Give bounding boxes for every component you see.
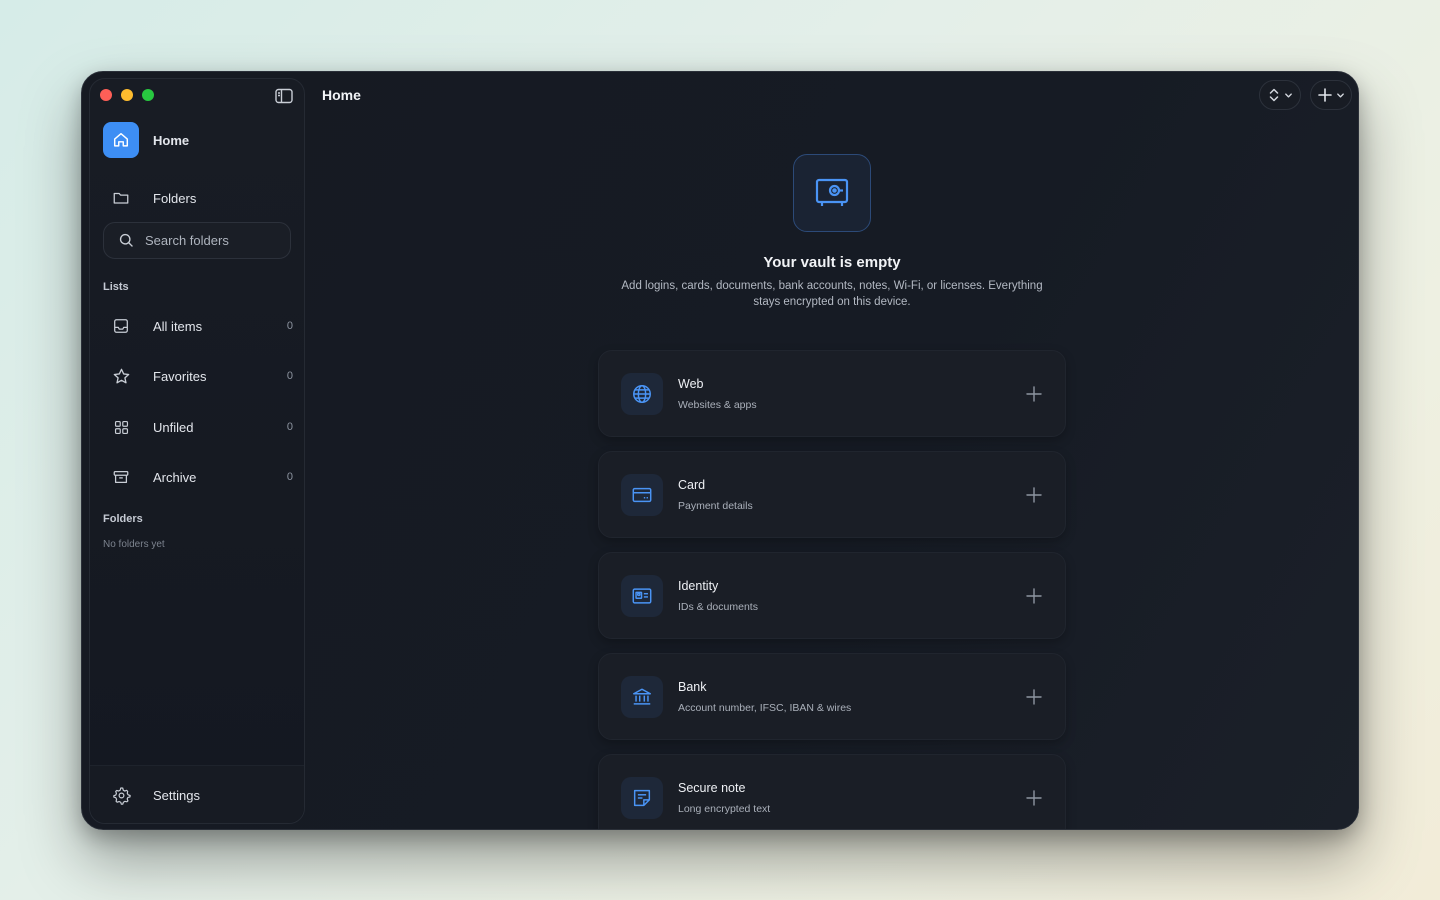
sidebar-item-folders[interactable]: Folders xyxy=(103,180,293,216)
card-subtitle: Websites & apps xyxy=(678,398,757,411)
gear-icon xyxy=(103,777,139,813)
card-subtitle: IDs & documents xyxy=(678,600,758,613)
home-icon xyxy=(103,122,139,158)
search-icon xyxy=(119,233,133,247)
card-subtitle: Payment details xyxy=(678,499,753,512)
star-icon xyxy=(103,358,139,394)
add-icon[interactable] xyxy=(1025,587,1043,605)
card-title: Card xyxy=(678,477,706,492)
maximize-window-button[interactable] xyxy=(142,89,154,101)
window-controls xyxy=(100,89,154,101)
add-icon[interactable] xyxy=(1025,385,1043,403)
category-card-web[interactable]: Web Websites & apps xyxy=(598,350,1066,437)
sort-icon xyxy=(1269,88,1279,102)
chevron-down-icon xyxy=(1285,92,1292,98)
sidebar-footer: Settings xyxy=(90,765,304,823)
bank-icon xyxy=(621,675,663,718)
category-card-card[interactable]: Card Payment details xyxy=(598,451,1066,538)
item-count: 0 xyxy=(286,421,293,433)
card-title: Bank xyxy=(678,679,707,694)
search-placeholder: Search folders xyxy=(145,233,229,248)
id-card-icon xyxy=(621,574,663,617)
card-subtitle: Account number, IFSC, IBAN & wires xyxy=(678,701,852,714)
empty-state-title: Your vault is empty xyxy=(763,254,901,271)
sidebar-item-favorites[interactable]: Favorites 0 xyxy=(103,358,293,394)
settings-button[interactable]: Settings xyxy=(103,777,200,813)
folders-section-title: Folders xyxy=(103,513,143,525)
card-title: Secure note xyxy=(678,780,746,795)
item-count: 0 xyxy=(286,370,293,382)
plus-icon xyxy=(1318,88,1332,102)
item-count: 0 xyxy=(286,320,293,332)
sidebar-item-label: Favorites xyxy=(153,368,207,384)
category-card-identity[interactable]: Identity IDs & documents xyxy=(598,552,1066,639)
sidebar-item-label: Unfiled xyxy=(153,419,194,435)
page-title: Home xyxy=(322,87,361,103)
credit-card-icon xyxy=(621,473,663,516)
grid-icon xyxy=(103,409,139,445)
minimize-window-button[interactable] xyxy=(121,89,133,101)
add-icon[interactable] xyxy=(1025,789,1043,807)
inbox-icon xyxy=(103,308,139,344)
close-window-button[interactable] xyxy=(100,89,112,101)
lists-section-title: Lists xyxy=(103,281,129,293)
app-window: Home Folders Search folders Lists All it… xyxy=(81,71,1359,830)
sidebar: Home Folders Search folders Lists All it… xyxy=(89,78,305,824)
card-title: Web xyxy=(678,376,704,391)
card-title: Identity xyxy=(678,578,719,593)
category-card-secure-note[interactable]: Secure note Long encrypted text xyxy=(598,754,1066,829)
sidebar-item-label: All items xyxy=(153,318,203,334)
folder-icon xyxy=(103,180,139,216)
item-count: 0 xyxy=(286,471,293,483)
sidebar-item-label: Folders xyxy=(153,190,197,206)
note-icon xyxy=(621,776,663,819)
category-card-bank[interactable]: Bank Account number, IFSC, IBAN & wires xyxy=(598,653,1066,740)
card-subtitle: Long encrypted text xyxy=(678,802,771,815)
vault-icon xyxy=(793,154,871,232)
sidebar-item-all-items[interactable]: All items 0 xyxy=(103,308,293,344)
add-icon[interactable] xyxy=(1025,486,1043,504)
settings-label: Settings xyxy=(153,787,200,803)
sidebar-item-archive[interactable]: Archive 0 xyxy=(103,459,293,495)
add-icon[interactable] xyxy=(1025,688,1043,706)
empty-state-description: Add logins, cards, documents, bank accou… xyxy=(621,280,1043,308)
sidebar-item-unfiled[interactable]: Unfiled 0 xyxy=(103,409,293,445)
folders-empty-text: No folders yet xyxy=(103,539,165,550)
sidebar-item-label: Home xyxy=(153,132,190,148)
sort-dropdown-button[interactable] xyxy=(1259,80,1301,110)
sidebar-item-home[interactable]: Home xyxy=(103,122,293,158)
chevron-down-icon xyxy=(1337,92,1344,98)
globe-icon xyxy=(621,372,663,415)
search-folders-input[interactable]: Search folders xyxy=(103,222,291,259)
sidebar-toggle-icon[interactable] xyxy=(274,86,294,106)
add-item-dropdown-button[interactable] xyxy=(1310,80,1352,110)
archive-icon xyxy=(103,459,139,495)
sidebar-item-label: Archive xyxy=(153,469,197,485)
